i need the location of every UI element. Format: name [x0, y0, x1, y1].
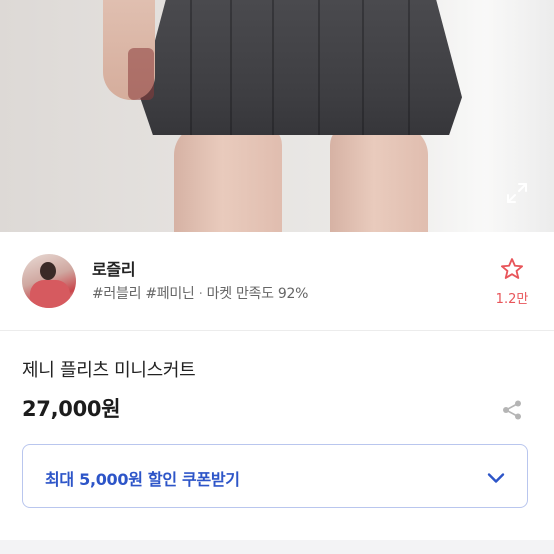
image-pleat: [362, 0, 364, 135]
star-icon: [501, 258, 523, 279]
image-leg: [174, 125, 282, 232]
avatar[interactable]: [22, 254, 76, 308]
seller-tags: #러블리 #페미닌 · 마켓 만족도 92%: [92, 283, 308, 303]
image-leg: [330, 125, 428, 232]
seller-row[interactable]: 로즐리 #러블리 #페미닌 · 마켓 만족도 92% 1.2만: [0, 232, 554, 330]
product-price: 27,000원: [22, 397, 121, 421]
image-pleat: [190, 0, 192, 135]
image-pleat: [272, 0, 274, 135]
section-divider: [0, 330, 554, 331]
market-satisfaction: 마켓 만족도 92%: [206, 286, 309, 302]
favorite-count: 1.2만: [495, 292, 529, 307]
separator-dot: ·: [198, 286, 203, 302]
seller-name[interactable]: 로즐리: [92, 256, 136, 280]
share-icon[interactable]: [501, 399, 523, 421]
avatar-figure: [30, 280, 70, 308]
image-pleat: [408, 0, 410, 135]
seller-hashtags: #러블리 #페미닌: [92, 286, 195, 302]
image-hand: [128, 48, 154, 100]
avatar-head: [40, 262, 56, 280]
image-pleat: [318, 0, 320, 135]
product-image[interactable]: [0, 0, 554, 232]
section-gap: [0, 540, 554, 554]
image-pleat: [230, 0, 232, 135]
coupon-button[interactable]: 최대 5,000원 할인 쿠폰받기: [22, 444, 528, 508]
product-title: 제니 플리츠 미니스커트: [22, 360, 196, 381]
expand-icon[interactable]: [506, 182, 528, 204]
chevron-down-icon: [487, 473, 505, 483]
favorite-button[interactable]: 1.2만: [494, 256, 530, 307]
image-skirt: [140, 0, 462, 135]
coupon-label: 최대 5,000원 할인 쿠폰받기: [45, 470, 240, 489]
